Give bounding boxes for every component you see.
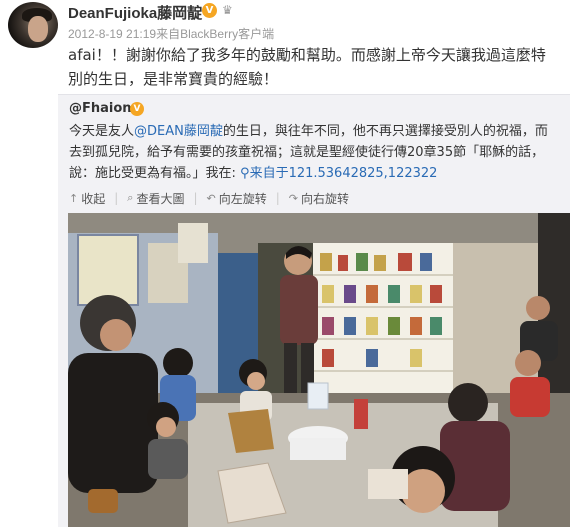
rotate-right-label: 向右旋转 xyxy=(301,191,350,206)
view-large-label: 查看大圖 xyxy=(136,191,185,206)
rotate-left-icon: ↶ xyxy=(206,191,216,205)
attached-photo[interactable] xyxy=(68,213,570,527)
image-toolbar: ↑ 收起 | ⌕ 查看大圖 | ↶ 向左旋转 | ↷ 向右旋转 xyxy=(69,189,349,207)
location-pin-icon: ⚲ xyxy=(240,166,250,181)
vip-crown-icon: ♛ xyxy=(222,3,233,17)
repost-text: 今天是友人@DEAN藤岡靛的生日，與往年不同，他不再只選擇接受別人的祝福，而去到… xyxy=(69,121,559,184)
rotate-left-button[interactable]: ↶ 向左旋转 xyxy=(207,190,267,207)
repost-mention-link[interactable]: @DEAN藤岡靛 xyxy=(134,124,223,139)
avatar-face xyxy=(28,16,48,42)
post-username[interactable]: DeanFujioka藤岡靛 xyxy=(68,2,202,23)
toolbar-divider: | xyxy=(114,191,119,205)
post-timestamp-source: 2012-8-19 21:19来自BlackBerry客户端 xyxy=(68,27,275,41)
collapse-icon: ↑ xyxy=(69,191,79,205)
repost-location-link[interactable]: 来自于121.53642825,122322 xyxy=(250,166,438,181)
rotate-right-icon: ↷ xyxy=(288,191,299,205)
repost-text-before: 今天是友人 xyxy=(69,124,135,139)
magnifier-icon: ⌕ xyxy=(127,191,134,204)
view-large-button[interactable]: ⌕ 查看大圖 xyxy=(127,190,184,207)
post-text: afai！！謝謝你給了我多年的鼓勵和幫助。而感謝上帝今天讓我過這麼特別的生日，是… xyxy=(68,46,546,88)
repost-verified-badge-icon: V xyxy=(130,102,144,116)
collapse-label: 收起 xyxy=(81,191,106,206)
rotate-left-label: 向左旋转 xyxy=(218,191,267,206)
avatar[interactable] xyxy=(8,2,58,48)
toolbar-divider: | xyxy=(193,191,198,205)
collapse-button[interactable]: ↑ 收起 xyxy=(69,190,105,207)
verified-badge-icon: V xyxy=(202,3,217,18)
toolbar-divider: | xyxy=(275,191,280,205)
rotate-right-button[interactable]: ↷ 向右旋转 xyxy=(289,190,349,207)
